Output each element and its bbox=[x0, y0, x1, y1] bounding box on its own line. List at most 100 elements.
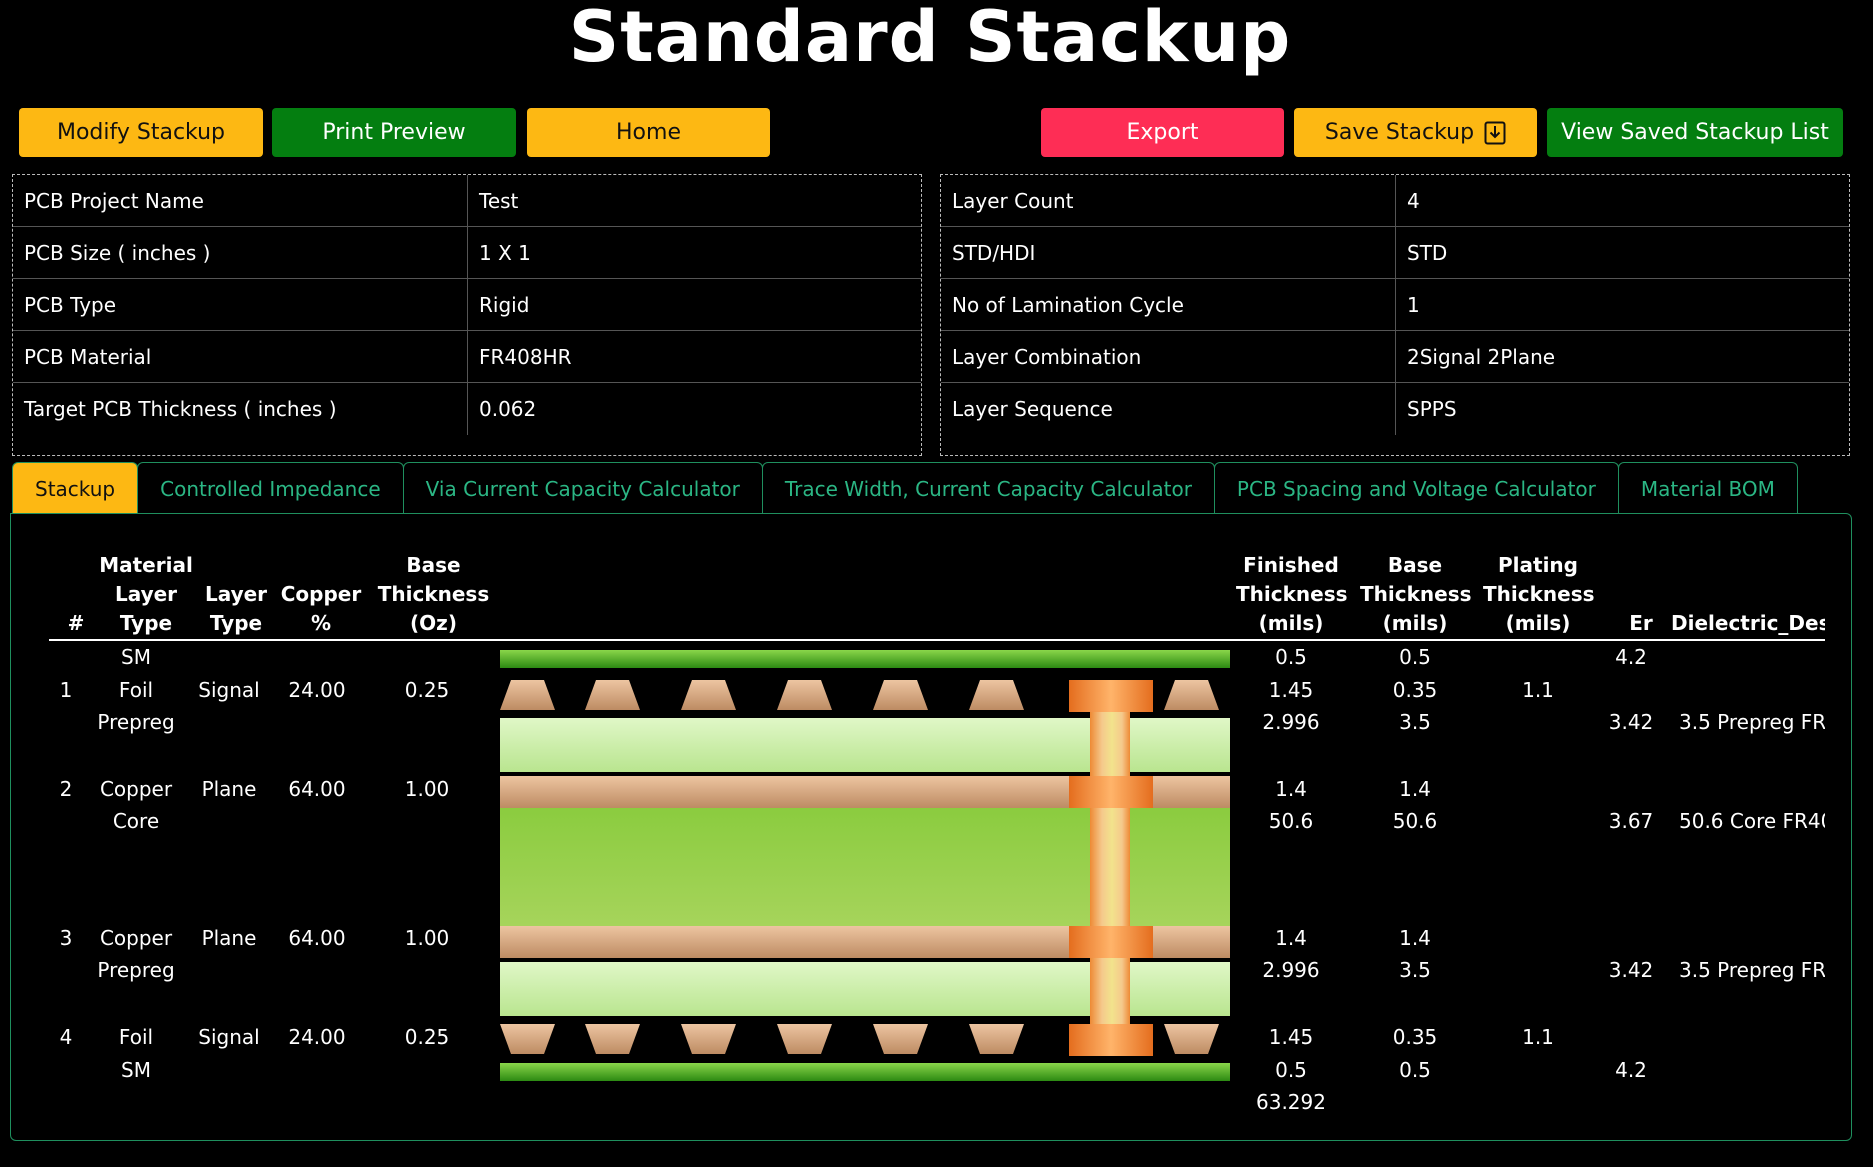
layer-info-label: Layer Count bbox=[941, 175, 1396, 226]
view-saved-stackup-list-button[interactable]: View Saved Stackup List bbox=[1547, 108, 1843, 157]
cell-finished: 1.4 bbox=[1275, 926, 1307, 950]
cell-finished: 0.5 bbox=[1275, 645, 1307, 669]
project-info-label: PCB Material bbox=[13, 331, 468, 382]
project-info-value: FR408HR bbox=[479, 344, 572, 369]
cell-base-mils: 50.6 bbox=[1392, 809, 1438, 833]
cell-base-mils: 3.5 bbox=[1399, 710, 1431, 734]
cell-copper: 24.00 bbox=[288, 1025, 346, 1049]
cell-copper: 64.00 bbox=[288, 926, 346, 950]
cell-copper: 64.00 bbox=[288, 777, 346, 801]
cell-base-oz: 0.25 bbox=[404, 1025, 450, 1049]
cell-base-mils: 1.4 bbox=[1399, 926, 1431, 950]
tab-material-bom[interactable]: Material BOM bbox=[1617, 462, 1798, 514]
header-copper-percent: Copper% bbox=[280, 582, 362, 635]
project-info-row: Target PCB Thickness ( inches ) 0.062 bbox=[13, 383, 921, 435]
header-material-layer-type: Material Layer Type bbox=[99, 553, 193, 635]
save-stackup-button[interactable]: Save Stackup bbox=[1294, 108, 1537, 157]
cell-material: Prepreg bbox=[97, 710, 175, 734]
layer-info-row: STD/HDI STD bbox=[941, 227, 1849, 279]
layer-info-row: Layer Count 4 bbox=[941, 175, 1849, 227]
tab-trace-width-current-capacity[interactable]: Trace Width, Current Capacity Calculator bbox=[761, 462, 1215, 514]
project-info-label: PCB Project Name bbox=[13, 175, 468, 226]
layer-info-label: Layer Combination bbox=[941, 331, 1396, 382]
cell-base-mils: 0.5 bbox=[1399, 645, 1431, 669]
print-preview-button[interactable]: Print Preview bbox=[272, 108, 516, 157]
cell-base-mils: 0.35 bbox=[1392, 1025, 1438, 1049]
tab-pcb-spacing-voltage[interactable]: PCB Spacing and Voltage Calculator bbox=[1213, 462, 1619, 514]
export-button[interactable]: Export bbox=[1041, 108, 1284, 157]
header-base-thickness-mils: Base Thickness (mils) bbox=[1360, 553, 1472, 635]
layer-info-label: Layer Sequence bbox=[941, 383, 1396, 435]
cell-er: 3.67 bbox=[1608, 809, 1654, 833]
layer-info-table: Layer Count 4 STD/HDI STD No of Lamination C… bbox=[940, 174, 1850, 456]
project-info-value: Rigid bbox=[479, 292, 530, 317]
layer-info-row: Layer Sequence SPPS bbox=[941, 383, 1849, 435]
tab-controlled-impedance[interactable]: Controlled Impedance bbox=[137, 462, 404, 514]
cell-base-mils: 0.35 bbox=[1392, 678, 1438, 702]
project-info-label: PCB Size ( inches ) bbox=[13, 227, 468, 278]
bottom-soldermask-layer bbox=[500, 1063, 1230, 1081]
layer-info-value: SPPS bbox=[1407, 397, 1457, 421]
header-er: Er bbox=[1629, 611, 1653, 635]
cell-material: SM bbox=[121, 645, 151, 669]
cell-finished: 0.5 bbox=[1275, 1058, 1307, 1082]
cell-base-mils: 0.5 bbox=[1399, 1058, 1431, 1082]
total-finished-thickness: 63.292 bbox=[1256, 1090, 1326, 1114]
modify-stackup-button[interactable]: Modify Stackup bbox=[19, 108, 263, 157]
cell-er: 4.2 bbox=[1615, 645, 1647, 669]
cell-base-mils: 3.5 bbox=[1399, 958, 1431, 982]
cell-dielectric: 3.5 Prepreg FR408HR bbox=[1679, 958, 1825, 982]
layer-info-row: No of Lamination Cycle 1 bbox=[941, 279, 1849, 331]
cell-plating: 1.1 bbox=[1522, 678, 1554, 702]
tab-bar: Stackup Controlled Impedance Via Current C… bbox=[12, 462, 1798, 514]
stackup-diagram bbox=[500, 650, 1230, 1081]
project-info-value: Test bbox=[479, 188, 519, 213]
layer-info-label: STD/HDI bbox=[941, 227, 1396, 278]
home-button[interactable]: Home bbox=[527, 108, 770, 157]
layer-info-value: 1 bbox=[1407, 292, 1420, 317]
cell-base-oz: 1.00 bbox=[404, 926, 450, 950]
layer-info-label: No of Lamination Cycle bbox=[941, 279, 1396, 330]
project-info-row: PCB Project Name Test bbox=[13, 175, 921, 227]
cell-finished: 1.45 bbox=[1268, 678, 1314, 702]
cell-material: SM bbox=[121, 1058, 151, 1082]
project-info-label: PCB Type bbox=[13, 279, 468, 330]
project-info-row: PCB Size ( inches ) 1 X 1 bbox=[13, 227, 921, 279]
cell-plating: 1.1 bbox=[1522, 1025, 1554, 1049]
cell-er: 4.2 bbox=[1615, 1058, 1647, 1082]
project-info-row: PCB Type Rigid bbox=[13, 279, 921, 331]
cell-finished: 50.6 bbox=[1268, 809, 1314, 833]
page-title: Standard Stackup bbox=[568, 0, 1292, 78]
cell-base-oz: 0.25 bbox=[404, 678, 450, 702]
project-info-value: 1 X 1 bbox=[479, 240, 531, 265]
cell-dielectric: 3.5 Prepreg FR408HR bbox=[1679, 710, 1825, 734]
tab-via-current-capacity[interactable]: Via Current Capacity Calculator bbox=[402, 462, 763, 514]
cell-base-mils: 1.4 bbox=[1399, 777, 1431, 801]
layer-info-value: 2Signal 2Plane bbox=[1407, 344, 1556, 369]
cell-finished: 1.45 bbox=[1268, 1025, 1314, 1049]
stackup-panel: # Material Layer Type Layer Type Copper% Ba… bbox=[10, 513, 1852, 1141]
top-soldermask-layer bbox=[500, 650, 1230, 668]
tab-stackup[interactable]: Stackup bbox=[12, 462, 139, 514]
cell-base-oz: 1.00 bbox=[404, 777, 450, 801]
cell-copper: 24.00 bbox=[288, 678, 346, 702]
header-plating-thickness: Plating Thickness (mils) bbox=[1483, 553, 1595, 635]
layer-info-value: STD bbox=[1407, 240, 1448, 265]
project-info-label: Target PCB Thickness ( inches ) bbox=[13, 383, 468, 435]
project-info-value: 0.062 bbox=[479, 397, 537, 421]
cell-finished: 2.996 bbox=[1262, 958, 1320, 982]
cell-dielectric: 50.6 Core FR408HR bbox=[1679, 809, 1825, 833]
cell-finished: 2.996 bbox=[1262, 710, 1320, 734]
layer-info-row: Layer Combination 2Signal 2Plane bbox=[941, 331, 1849, 383]
header-dielectric: Dielectric_Des bbox=[1671, 611, 1825, 635]
header-layer-type: Layer Type bbox=[204, 582, 268, 635]
cell-er: 3.42 bbox=[1608, 958, 1654, 982]
save-stackup-label: Save Stackup bbox=[1324, 120, 1475, 145]
layer-info-value: 4 bbox=[1407, 188, 1420, 213]
cell-material: Core bbox=[112, 809, 160, 833]
download-icon bbox=[1484, 121, 1506, 144]
cell-er: 3.42 bbox=[1608, 710, 1654, 734]
cell-material: Prepreg bbox=[97, 958, 175, 982]
project-info-row: PCB Material FR408HR bbox=[13, 331, 921, 383]
cell-finished: 1.4 bbox=[1275, 777, 1307, 801]
